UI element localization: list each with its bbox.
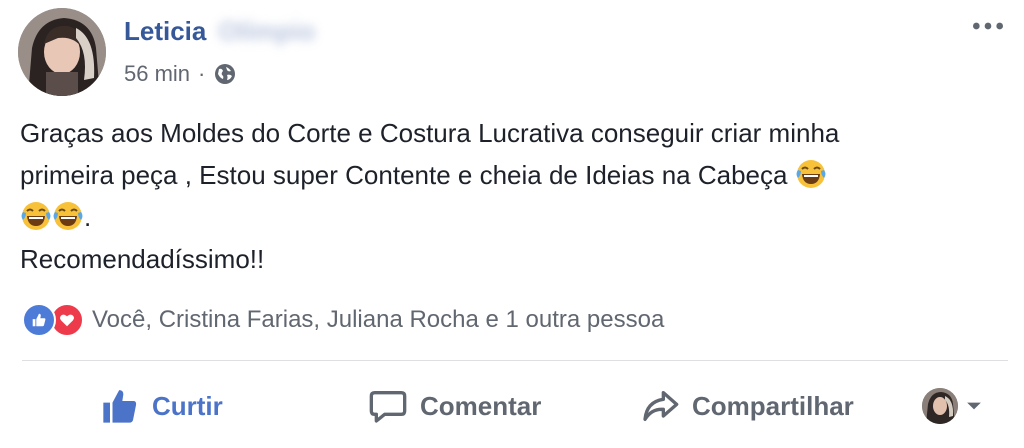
caret-down-icon: [967, 402, 981, 410]
reaction-names[interactable]: Você, Cristina Farias, Juliana Rocha e 1…: [92, 306, 664, 334]
author-name[interactable]: Leticia: [124, 16, 206, 47]
post-text-line: .: [20, 196, 1010, 238]
current-user-avatar: [922, 388, 958, 424]
ellipsis-icon: [973, 22, 1003, 30]
author-surname-blurred[interactable]: Olímpio: [218, 16, 315, 47]
post-meta: 56 min ·: [124, 58, 237, 90]
reactions-summary[interactable]: Você, Cristina Farias, Juliana Rocha e 1…: [22, 302, 664, 338]
comment-button-label: Comentar: [420, 390, 542, 421]
post-text-line: primeira peça , Estou super Contente e c…: [20, 154, 1010, 196]
tears-of-joy-emoji: [52, 200, 84, 232]
comment-as-selector[interactable]: [922, 386, 982, 426]
post-text-period: .: [84, 202, 92, 232]
post-body: Graças aos Moldes do Corte e Costura Luc…: [20, 112, 1010, 280]
post-timestamp[interactable]: 56 min: [124, 61, 190, 87]
tears-of-joy-emoji: [795, 158, 827, 190]
author-avatar[interactable]: [18, 8, 106, 96]
post-text-line: Recomendadíssimo!!: [20, 244, 265, 274]
like-button[interactable]: Curtir: [100, 378, 223, 434]
author-row: Leticia Olímpio: [124, 14, 315, 48]
more-options-button[interactable]: [968, 12, 1008, 40]
post-text-span: primeira peça , Estou super Contente e c…: [20, 160, 795, 190]
comment-button[interactable]: Comentar: [368, 378, 541, 434]
divider: [22, 360, 1008, 361]
share-button-label: Compartilhar: [692, 390, 854, 421]
comment-bubble-icon: [369, 391, 407, 423]
share-arrow-icon: [643, 391, 679, 421]
globe-icon[interactable]: [213, 62, 237, 86]
share-button[interactable]: Compartilhar: [640, 378, 854, 434]
author-avatar-image: [18, 8, 106, 96]
tears-of-joy-emoji: [20, 200, 52, 232]
post-text-line: Graças aos Moldes do Corte e Costura Luc…: [20, 118, 840, 148]
thumbs-up-icon: [103, 390, 137, 423]
meta-separator: ·: [198, 61, 206, 86]
like-reaction-icon: [22, 303, 56, 337]
like-button-label: Curtir: [152, 390, 223, 421]
